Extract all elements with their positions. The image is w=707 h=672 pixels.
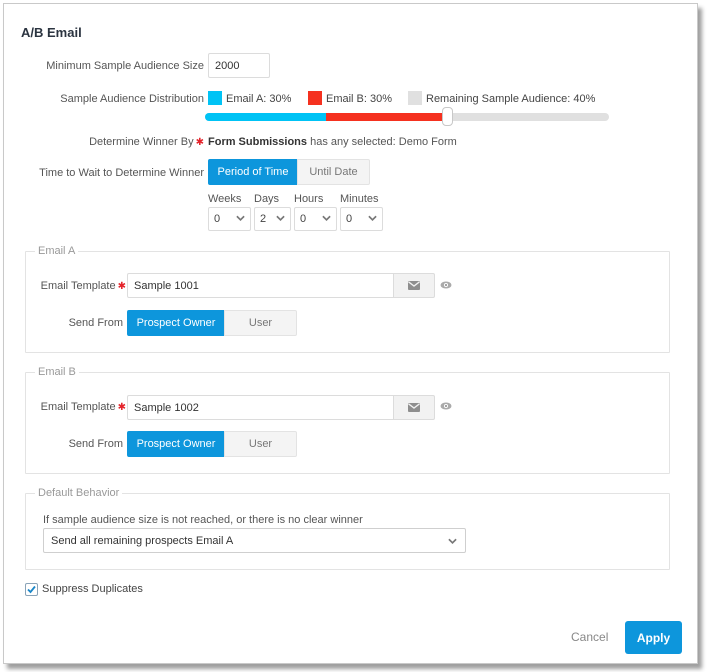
required-icon: ✱ <box>117 281 126 292</box>
email-b-swatch <box>308 91 322 105</box>
min-sample-label: Minimum Sample Audience Size <box>46 60 204 72</box>
winner-label: Determine Winner By ✱ <box>89 136 204 148</box>
winner-criteria-condition: has any selected: Demo Form <box>307 136 457 148</box>
distribution-slider-handle[interactable] <box>442 107 454 126</box>
email-b-legend: Email B: 30% <box>326 93 393 105</box>
min-sample-input[interactable]: 2000 <box>208 53 270 78</box>
until-date-button[interactable]: Until Date <box>297 159 370 185</box>
winner-label-text: Determine Winner By <box>89 136 194 148</box>
winner-criteria: Form Submissions has any selected: Demo … <box>208 136 457 148</box>
weeks-select[interactable]: 0 <box>208 207 251 231</box>
suppress-duplicates-checkbox[interactable] <box>25 583 38 596</box>
email-b-send-from-label: Send From <box>68 438 123 450</box>
cancel-button[interactable]: Cancel <box>571 630 608 644</box>
period-of-time-button[interactable]: Period of Time <box>208 159 298 185</box>
email-a-legend-title: Email A <box>35 245 79 257</box>
email-b-user-button[interactable]: User <box>224 431 297 457</box>
default-behavior-legend: Default Behavior <box>35 487 123 499</box>
email-a-template-picker-button[interactable] <box>393 273 435 298</box>
email-b-template-label: Email Template ✱ <box>41 401 126 413</box>
checkmark-icon <box>27 585 36 594</box>
days-label: Days <box>254 193 280 205</box>
default-behavior-select[interactable]: Send all remaining prospects Email A <box>43 528 466 553</box>
hours-label: Hours <box>294 193 324 205</box>
required-icon: ✱ <box>195 137 204 148</box>
wait-label: Time to Wait to Determine Winner <box>39 167 204 179</box>
distribution-slider-track[interactable] <box>205 113 609 121</box>
envelope-icon <box>408 281 420 290</box>
remaining-legend: Remaining Sample Audience: 40% <box>426 93 596 105</box>
email-a-user-button[interactable]: User <box>224 310 297 336</box>
suppress-duplicates-label: Suppress Duplicates <box>42 583 143 595</box>
email-a-send-from-label: Send From <box>68 317 123 329</box>
slider-email-b-segment <box>326 113 448 121</box>
default-behavior-value: Send all remaining prospects Email A <box>51 534 234 547</box>
apply-button[interactable]: Apply <box>625 621 682 654</box>
days-select[interactable]: 2 <box>254 207 291 231</box>
email-a-legend: Email A: 30% <box>226 93 292 105</box>
hours-select[interactable]: 0 <box>294 207 337 231</box>
email-a-swatch <box>208 91 222 105</box>
email-a-template-label: Email Template ✱ <box>41 280 126 292</box>
chevron-down-icon <box>448 538 457 544</box>
chevron-down-icon <box>276 215 285 221</box>
minutes-select[interactable]: 0 <box>340 207 383 231</box>
email-b-prospect-owner-button[interactable]: Prospect Owner <box>127 431 225 457</box>
envelope-icon <box>408 403 420 412</box>
email-b-template-picker-button[interactable] <box>393 395 435 420</box>
chevron-down-icon <box>322 215 331 221</box>
dialog-title: A/B Email <box>21 25 82 40</box>
email-a-fieldset: Email A <box>25 245 670 353</box>
email-a-template-label-text: Email Template <box>40 280 116 292</box>
winner-criteria-field: Form Submissions <box>208 136 308 148</box>
minutes-label: Minutes <box>340 193 379 205</box>
required-icon: ✱ <box>117 402 126 413</box>
email-b-template-label-text: Email Template <box>40 401 116 413</box>
email-b-fieldset: Email B <box>25 366 670 474</box>
email-a-preview-eye-icon[interactable] <box>440 281 452 289</box>
days-value: 2 <box>260 213 267 225</box>
chevron-down-icon <box>236 215 245 221</box>
chevron-down-icon <box>368 215 377 221</box>
distribution-label: Sample Audience Distribution <box>60 93 204 105</box>
remaining-swatch <box>408 91 422 105</box>
default-behavior-description: If sample audience size is not reached, … <box>43 514 363 526</box>
weeks-label: Weeks <box>208 193 242 205</box>
email-b-template-input[interactable]: Sample 1002 <box>127 395 394 420</box>
weeks-value: 0 <box>214 213 221 225</box>
email-a-prospect-owner-button[interactable]: Prospect Owner <box>127 310 225 336</box>
email-b-legend-title: Email B <box>35 366 79 378</box>
email-a-template-input[interactable]: Sample 1001 <box>127 273 394 298</box>
minutes-value: 0 <box>346 213 353 225</box>
email-b-preview-eye-icon[interactable] <box>440 402 452 410</box>
hours-value: 0 <box>300 213 307 225</box>
slider-email-a-segment <box>205 113 327 121</box>
